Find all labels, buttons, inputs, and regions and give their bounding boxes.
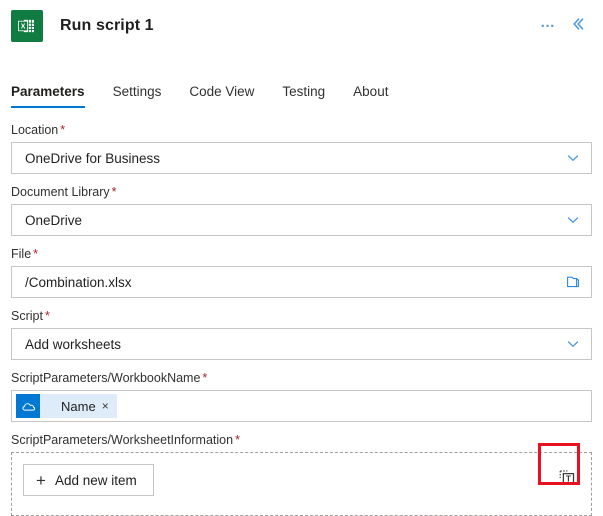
field-file: File * /Combination.xlsx [11,246,592,298]
svg-text:T: T [566,473,572,483]
script-value: Add worksheets [25,336,122,352]
label-text: Document Library [11,185,110,199]
token-label: Name [61,398,96,414]
workbook-name-input[interactable]: Name × [11,390,592,422]
field-label: Document Library * [11,184,592,200]
tab-settings[interactable]: Settings [113,84,162,108]
chevron-down-icon[interactable] [564,149,582,167]
parameters-form: Location * OneDrive for Business Document… [0,122,603,516]
required-asterisk: * [235,433,240,447]
plus-icon: + [36,470,46,490]
required-asterisk: * [111,185,117,199]
dynamic-content-token[interactable]: Name × [16,394,117,418]
field-script: Script * Add worksheets [11,308,592,360]
tab-label: Settings [112,84,162,99]
folder-open-icon[interactable] [564,273,582,291]
field-workbook-name: ScriptParameters/WorkbookName * Name × [11,370,592,422]
more-options-button[interactable]: … [535,13,561,39]
tab-bar: Parameters Settings Code View Testing Ab… [0,70,603,108]
label-text: File [11,247,32,261]
tab-testing[interactable]: Testing [282,84,325,108]
label-text: Location [11,123,59,137]
required-asterisk: * [60,123,66,137]
field-location: Location * OneDrive for Business [11,122,592,174]
field-label: Location * [11,122,592,138]
tab-label: Code View [189,84,255,99]
tab-code-view[interactable]: Code View [189,84,254,108]
field-label: Script * [11,308,592,324]
window-header: X Run script 1 … [0,0,603,52]
field-label: ScriptParameters/WorksheetInformation * [11,432,592,448]
collapse-button[interactable] [565,13,591,39]
required-asterisk: * [44,309,50,323]
label-text: ScriptParameters/WorkbookName [11,371,201,385]
field-label: File * [11,246,592,262]
required-asterisk: * [33,247,39,261]
location-value: OneDrive for Business [25,150,161,166]
remove-token-icon[interactable]: × [100,400,117,412]
page-title: Run script 1 [60,17,154,34]
chevron-down-icon[interactable] [564,335,582,353]
svg-text:X: X [21,23,26,30]
ellipsis-icon: … [540,14,556,31]
tab-label: About [353,84,389,99]
excel-icon: X [11,10,43,42]
label-text: Script [11,309,43,323]
document-library-dropdown[interactable]: OneDrive [11,204,592,236]
add-new-item-button[interactable]: + Add new item [23,464,154,496]
required-asterisk: * [202,371,208,385]
tab-about[interactable]: About [353,84,388,108]
tab-label: Testing [282,84,326,99]
location-dropdown[interactable]: OneDrive for Business [11,142,592,174]
switch-to-text-input-button[interactable]: T [554,466,580,492]
switch-to-text-input-icon: T [558,468,576,491]
document-library-value: OneDrive [25,212,83,228]
file-input[interactable]: /Combination.xlsx [11,266,592,298]
tab-parameters[interactable]: Parameters [11,84,85,108]
chevron-down-icon[interactable] [564,211,582,229]
field-document-library: Document Library * OneDrive [11,184,592,236]
onedrive-cloud-icon [16,394,40,418]
add-new-item-label: Add new item [54,472,137,488]
label-text: ScriptParameters/WorksheetInformation [11,433,234,447]
script-dropdown[interactable]: Add worksheets [11,328,592,360]
chevron-double-left-icon [570,16,586,37]
file-value: /Combination.xlsx [25,274,132,290]
tab-label: Parameters [11,84,85,99]
field-worksheet-information: ScriptParameters/WorksheetInformation * +… [11,432,592,516]
field-label: ScriptParameters/WorkbookName * [11,370,592,386]
worksheet-information-array: + Add new item T [11,452,592,516]
